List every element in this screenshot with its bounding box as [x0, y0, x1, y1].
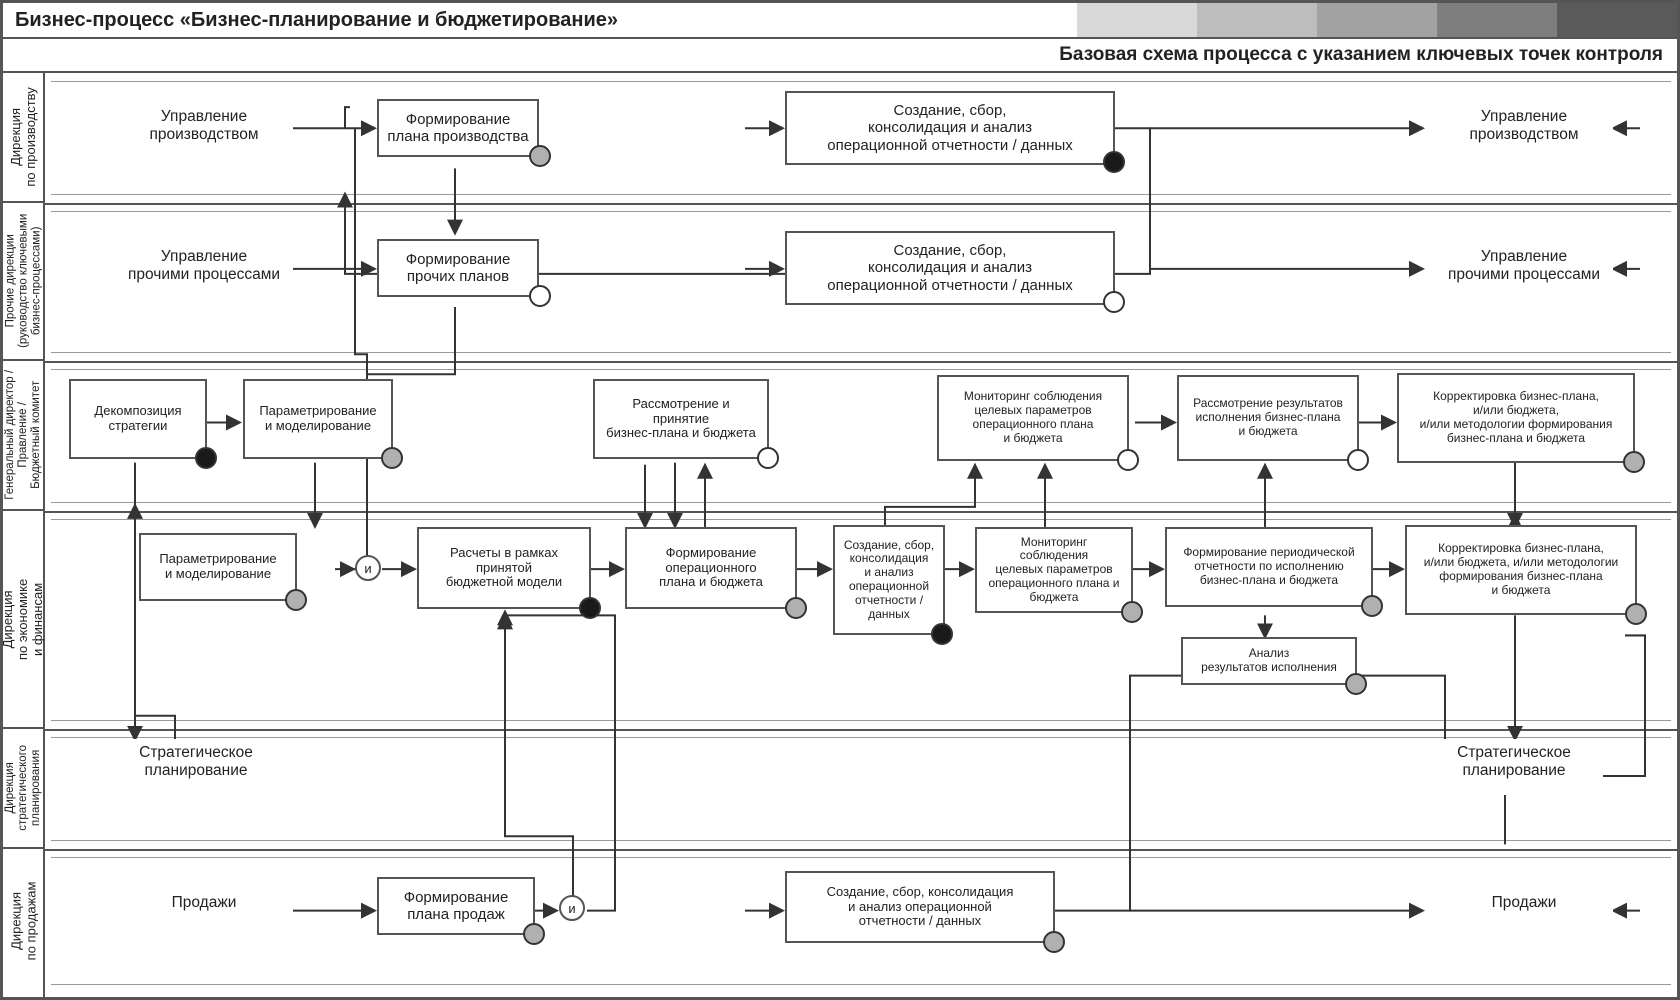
offpage-strategic-left: Стратегическоепланирование [107, 739, 285, 795]
lane-label: Дирекцияпо производству [9, 87, 39, 186]
offpage-sales-out: Продажи [1435, 879, 1613, 937]
control-dot-white [1103, 291, 1125, 313]
swatch [1437, 3, 1557, 37]
control-dot-grey [285, 589, 307, 611]
box-oper-plan-budget: Формированиеоперационногоплана и бюджета [625, 527, 797, 609]
lane-label: Дирекцияпо экономикеи финансам [2, 578, 47, 659]
control-dot-grey [529, 145, 551, 167]
header-swatches [630, 3, 1677, 37]
gate-and-1: и [355, 555, 381, 581]
swatch [1557, 3, 1677, 37]
control-dot-grey [785, 597, 807, 619]
box-correct-plan-top: Корректировка бизнес-плана,и/или бюджета… [1397, 373, 1635, 463]
page-title: Бизнес-процесс «Бизнес-планирование и бю… [3, 3, 630, 37]
swimlanes-body: Дирекцияпо производству Прочие дирекции(… [3, 73, 1677, 997]
box-budget-calc: Расчеты в рамкахпринятойбюджетной модели [417, 527, 591, 609]
offpage-sales-in: Продажи [115, 879, 293, 937]
box-report-prod: Создание, сбор,консолидация и анализопер… [785, 91, 1115, 165]
box-plan-sales: Формированиеплана продаж [377, 877, 535, 935]
box-param-model-top: Параметрированиеи моделирование [243, 379, 393, 459]
offpage-manage-production-out: Управлениепроизводством [1435, 101, 1613, 161]
box-param-model-fin: Параметрированиеи моделирование [139, 533, 297, 601]
control-dot-grey [1361, 595, 1383, 617]
offpage-manage-production-in: Управлениепроизводством [115, 101, 293, 161]
box-plan-production: Формированиеплана производства [377, 99, 539, 157]
header: Бизнес-процесс «Бизнес-планирование и бю… [3, 3, 1677, 39]
offpage-strategic-right: Стратегическоепланирование [1425, 739, 1603, 795]
swatch [1317, 3, 1437, 37]
box-report-sales: Создание, сбор, консолидацияи анализ опе… [785, 871, 1055, 943]
lane-label: Дирекциястратегическогопланирования [4, 745, 44, 831]
box-report-fin: Создание, сбор,консолидацияи анализопера… [833, 525, 945, 635]
box-monitor-top: Мониторинг соблюденияцелевых параметрово… [937, 375, 1129, 461]
swatch [1197, 3, 1317, 37]
control-dot-grey [1121, 601, 1143, 623]
box-review-results: Рассмотрение результатовисполнения бизне… [1177, 375, 1359, 461]
control-dot-white [757, 447, 779, 469]
control-dot-white [529, 285, 551, 307]
diagram-frame: Бизнес-процесс «Бизнес-планирование и бю… [0, 0, 1680, 1000]
control-dot-black [579, 597, 601, 619]
control-dot-grey [523, 923, 545, 945]
box-correct-plan-fin: Корректировка бизнес-плана,и/или бюджета… [1405, 525, 1637, 615]
box-decompose-strategy: Декомпозициястратегии [69, 379, 207, 459]
control-dot-black [931, 623, 953, 645]
box-review-plan-budget: Рассмотрение и принятиебизнес-плана и бю… [593, 379, 769, 459]
canvas: Управлениепроизводством Формированиеплан… [45, 73, 1677, 997]
control-dot-grey [1043, 931, 1065, 953]
control-dot-grey [1623, 451, 1645, 473]
control-dot-grey [381, 447, 403, 469]
control-dot-black [195, 447, 217, 469]
swatch [1077, 3, 1197, 37]
box-analysis-results: Анализрезультатов исполнения [1181, 637, 1357, 685]
lane-label: Дирекцияпо продажам [9, 882, 39, 961]
control-dot-white [1347, 449, 1369, 471]
box-periodic-report: Формирование периодическойотчетности по … [1165, 527, 1373, 607]
lane-label: Генеральный директор /Правление /Бюджетн… [4, 370, 44, 500]
lane-label: Прочие дирекции(руководство ключевымибиз… [4, 214, 44, 348]
box-plan-other: Формированиепрочих планов [377, 239, 539, 297]
offpage-manage-other-in: Управлениепрочими процессами [115, 241, 293, 301]
box-monitor-fin: Мониторинг соблюденияцелевых параметрово… [975, 527, 1133, 613]
subtitle: Базовая схема процесса с указанием ключе… [3, 39, 1677, 73]
gate-and-2: и [559, 895, 585, 921]
control-dot-black [1103, 151, 1125, 173]
control-dot-grey [1345, 673, 1367, 695]
box-report-other: Создание, сбор,консолидация и анализопер… [785, 231, 1115, 305]
offpage-manage-other-out: Управлениепрочими процессами [1435, 241, 1613, 301]
lane-labels: Дирекцияпо производству Прочие дирекции(… [3, 73, 45, 997]
control-dot-white [1117, 449, 1139, 471]
control-dot-grey [1625, 603, 1647, 625]
